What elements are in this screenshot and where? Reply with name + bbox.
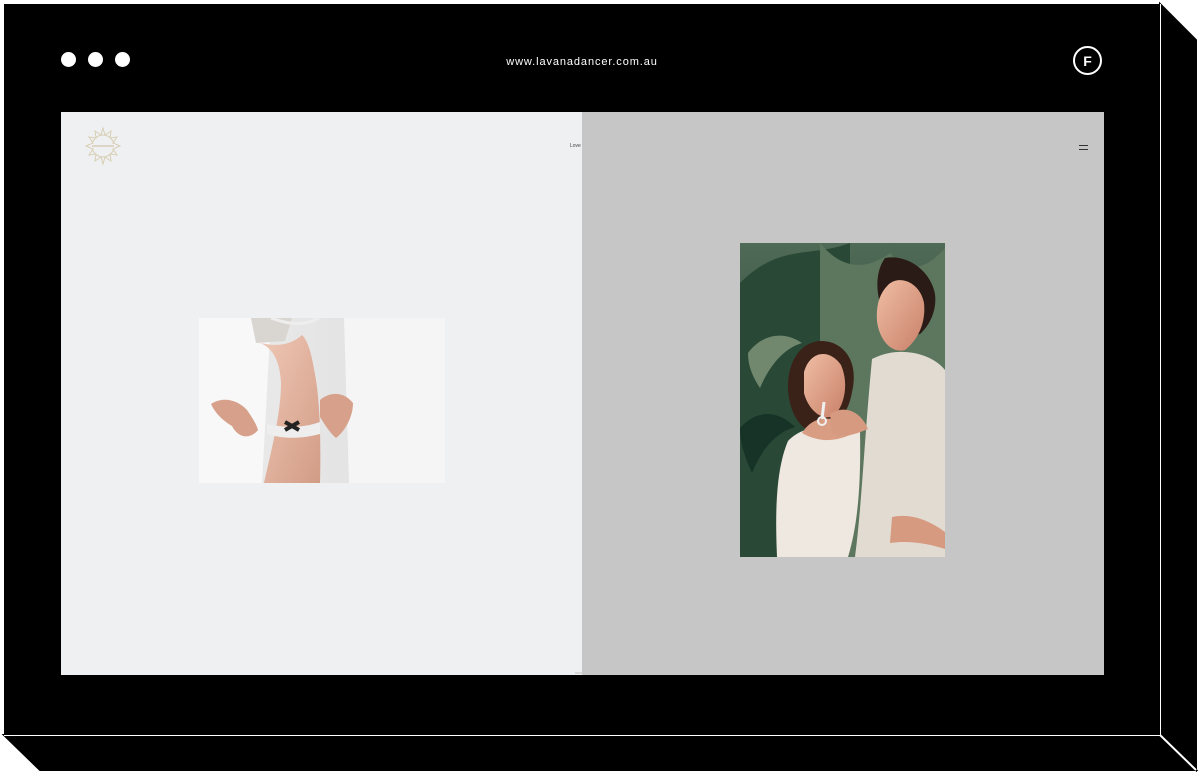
minimize-window-button[interactable] (88, 52, 103, 67)
window-controls (61, 52, 130, 67)
maximize-window-button[interactable] (115, 52, 130, 67)
engaged-couple-photo[interactable] (740, 243, 945, 557)
sun-logo-icon[interactable] (83, 126, 123, 166)
brand-f-logo-icon: F (1073, 46, 1102, 75)
website-viewport: Love (61, 112, 1104, 675)
close-window-button[interactable] (61, 52, 76, 67)
nav-love-link[interactable]: Love (570, 143, 581, 149)
left-split-panel: Love (61, 112, 591, 675)
screenshot-stage: www.lavanadancer.com.au F Love (0, 0, 1200, 772)
right-split-panel (582, 112, 1104, 675)
hamburger-menu-icon[interactable] (1079, 145, 1088, 151)
bridal-garter-photo[interactable] (199, 318, 445, 483)
engaged-couple-photo-image (740, 243, 945, 557)
browser-window: www.lavanadancer.com.au F Love (4, 4, 1160, 735)
bridal-garter-photo-image (199, 318, 445, 483)
address-bar-url[interactable]: www.lavanadancer.com.au (382, 55, 782, 69)
